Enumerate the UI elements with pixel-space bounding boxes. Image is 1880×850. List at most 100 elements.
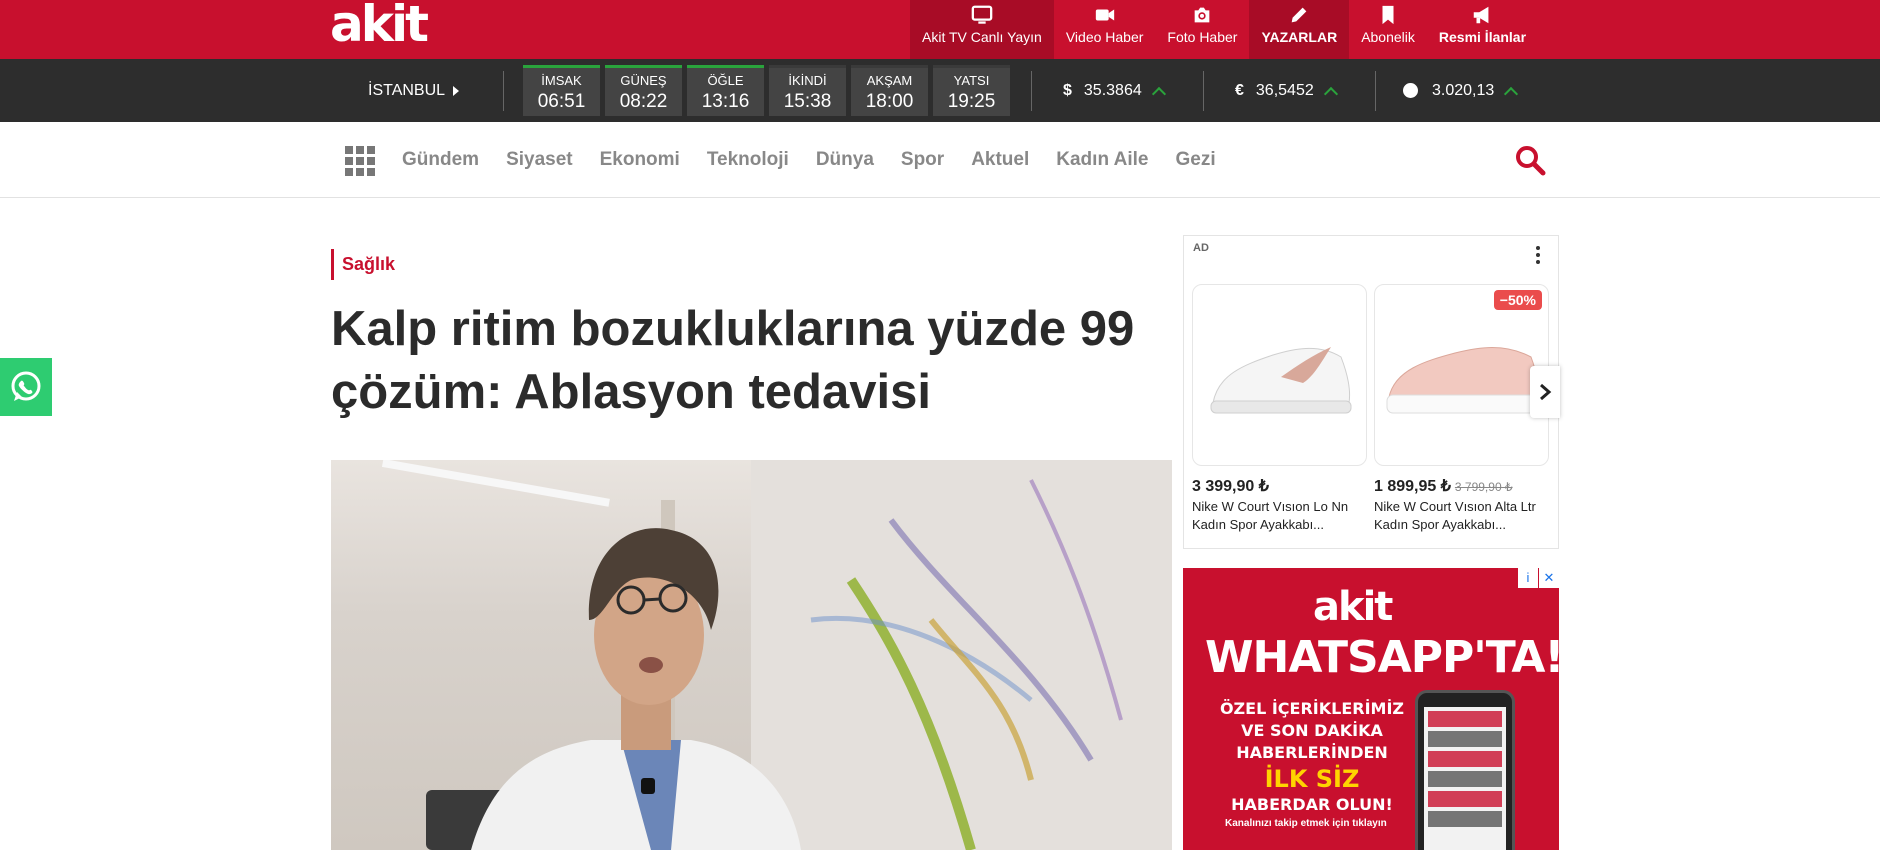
grid-menu-icon[interactable] [345,146,375,176]
ad-product-name[interactable]: Nike W Court Vısıon Alta Ltr Kadın Spor … [1374,498,1546,534]
ad-product-name[interactable]: Nike W Court Vısıon Lo Nn Kadın Spor Aya… [1192,498,1364,534]
category-links: Gündem Siyaset Ekonomi Teknoloji Dünya S… [402,122,1243,198]
prayer-time: 19:25 [947,91,996,112]
search-icon[interactable] [1514,144,1546,176]
currency-value: 3.020,13 [1432,81,1495,99]
nav-abonelik[interactable]: Abonelik [1349,0,1427,59]
prayer-ikindi: İKİNDİ 15:38 [769,65,846,116]
site-logo[interactable]: akit [330,0,429,50]
promo-cta: Kanalınızı takip etmek için tıklayın [1225,818,1387,829]
prayer-name: ÖĞLE [707,73,744,88]
category-kadin-aile[interactable]: Kadın Aile [1056,149,1148,171]
promo-logo: akit [1313,584,1393,630]
ad-product-price: 3 399,90 ₺ [1192,476,1269,496]
city-name: İSTANBUL [368,81,446,99]
prayer-aksam: AKŞAM 18:00 [851,65,928,116]
prayer-times: İMSAK 06:51 GÜNEŞ 08:22 ÖĞLE 13:16 İKİNDİ 15… [523,65,1010,116]
discount-badge: −50% [1493,290,1542,310]
promo-line: HABERLERİNDEN [1236,743,1388,762]
whatsapp-promo-ad[interactable]: i ✕ akit WHATSAPP'TA! ÖZEL İÇERİKLERİMİZ… [1183,568,1559,850]
divider [1203,71,1204,111]
prayer-time: 08:22 [619,91,668,112]
category-siyaset[interactable]: Siyaset [506,149,573,171]
prayer-time: 13:16 [701,91,750,112]
prayer-time: 06:51 [537,91,586,112]
trend-up-icon [1151,86,1166,101]
phone-illustration [1415,690,1515,850]
nav-label: Abonelik [1361,29,1415,45]
price-value: 1 899,95 ₺ [1374,478,1451,495]
price-value: 3 399,90 ₺ [1192,478,1269,495]
city-selector[interactable]: İSTANBUL [368,59,460,122]
nav-akit-tv[interactable]: Akit TV Canlı Yayın [910,0,1054,59]
ad-product-card[interactable]: −50% [1374,284,1549,466]
article-hero-image [331,460,1172,850]
prayer-name: İKİNDİ [788,73,827,88]
prayer-time: 15:38 [783,91,832,112]
category-dunya[interactable]: Dünya [816,149,874,171]
trend-up-icon [1323,86,1338,101]
whatsapp-share-button[interactable] [0,358,52,416]
promo-line: ÖZEL İÇERİKLERİMİZ [1219,699,1405,718]
nav-label: Foto Haber [1167,29,1238,45]
sneaker-image [1210,347,1352,414]
category-spor[interactable]: Spor [901,149,944,171]
nav-label: YAZARLAR [1261,29,1338,45]
doctor-photo [381,460,1172,850]
currency-usd: $ 35.3864 [1063,59,1166,122]
ad-product-card[interactable] [1192,284,1367,466]
top-nav: Akit TV Canlı Yayın Video Haber Foto Hab… [910,0,1538,59]
megaphone-icon [1474,6,1489,24]
prayer-ogle: ÖĞLE 13:16 [687,65,764,116]
nav-resmi-ilanlar[interactable]: Resmi İlanlar [1427,0,1538,59]
category-aktuel[interactable]: Aktuel [971,149,1029,171]
nav-label: Akit TV Canlı Yayın [922,29,1042,45]
gold-icon [1403,83,1418,98]
whatsapp-icon [11,371,41,401]
nav-yazarlar[interactable]: YAZARLAR [1249,0,1350,59]
dollar-icon: $ [1063,81,1072,99]
trend-up-icon [1504,86,1519,101]
currency-value: 36,5452 [1255,81,1314,99]
article-headline: Kalp ritim bozukluklarına yüzde 99 çözüm… [331,298,1151,424]
old-price: 3 799,90 ₺ [1454,480,1513,494]
headline-line: Kalp ritim bozukluklarına yüzde 99 [331,302,1135,356]
category-ekonomi[interactable]: Ekonomi [600,149,680,171]
category-gezi[interactable]: Gezi [1175,149,1215,171]
promo-line: VE SON DAKİKA [1241,721,1383,740]
video-camera-icon [1095,9,1114,21]
currency-eur: € 36,5452 [1235,59,1338,122]
prayer-gunes: GÜNEŞ 08:22 [605,65,682,116]
promo-title: WHATSAPP'TA! [1205,632,1559,683]
promo-highlight: İLK SİZ [1264,765,1360,793]
divider [1031,71,1032,111]
currency-gold: 3.020,13 [1403,59,1519,122]
nav-video-haber[interactable]: Video Haber [1054,0,1156,59]
info-bar: İSTANBUL İMSAK 06:51 GÜNEŞ 08:22 ÖĞLE 13:16… [0,59,1880,122]
euro-icon: € [1235,81,1244,99]
carousel-next-button[interactable] [1530,366,1560,418]
sneaker-image [1386,347,1540,414]
article-category[interactable]: Sağlık [331,249,395,280]
nav-label: Resmi İlanlar [1438,29,1527,45]
ad-product-price: 1 899,95 ₺ 3 799,90 ₺ [1374,476,1513,496]
photo-camera-icon [1195,7,1210,23]
prayer-yatsi: YATSI 19:25 [933,65,1010,116]
prayer-name: YATSI [953,73,990,88]
pencil-icon [1291,7,1307,23]
ad-label: AD [1193,242,1209,254]
nav-foto-haber[interactable]: Foto Haber [1155,0,1249,59]
chevron-right-icon [1540,383,1552,401]
category-teknoloji[interactable]: Teknoloji [707,149,789,171]
ad-close-icon[interactable]: ✕ [1539,568,1559,588]
caret-right-icon [453,85,460,96]
more-options-icon[interactable] [1536,246,1540,264]
currency-value: 35.3864 [1083,81,1142,99]
ad-info-icon[interactable]: i [1518,568,1538,588]
divider [503,71,504,111]
prayer-name: GÜNEŞ [620,73,667,88]
category-gundem[interactable]: Gündem [402,149,479,171]
divider [1375,71,1376,111]
headline-line: çözüm: Ablasyon tedavisi [331,365,931,419]
bookmark-icon [1382,5,1394,25]
